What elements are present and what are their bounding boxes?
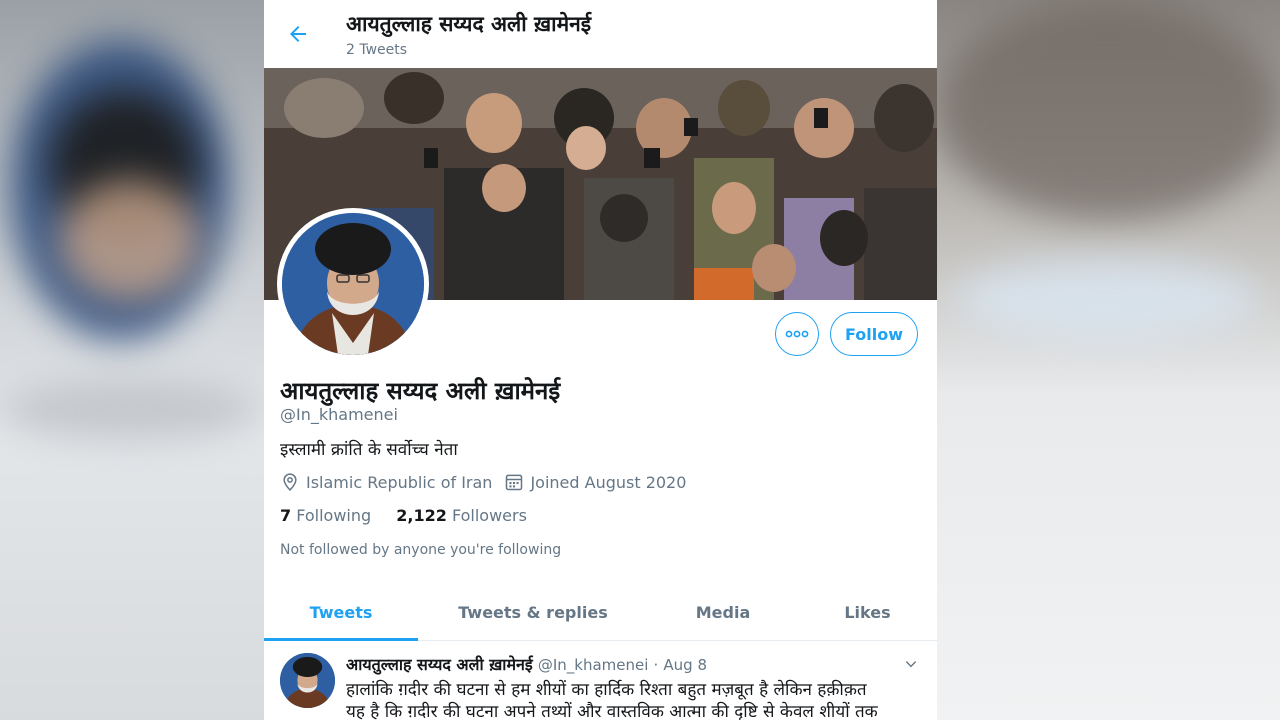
tweet-separator: ·: [653, 656, 659, 674]
back-arrow-icon[interactable]: [286, 22, 310, 46]
following-count: 7: [280, 506, 292, 525]
chevron-down-icon[interactable]: [904, 657, 918, 671]
tab-tweets[interactable]: Tweets: [264, 585, 418, 641]
profile-handle: @In_khamenei: [280, 405, 398, 424]
followers-label: Followers: [451, 506, 527, 525]
tweet-date[interactable]: Aug 8: [663, 656, 707, 674]
tab-tweets-replies[interactable]: Tweets & replies: [418, 585, 648, 640]
tweet-author-handle[interactable]: @In_khamenei: [538, 656, 649, 674]
profile-tabs: Tweets Tweets & replies Media Likes: [264, 585, 937, 641]
tweet-text: हालांकि ग़दीर की घटना से हम शीयों का हार…: [346, 679, 906, 720]
tweet-item[interactable]: आयतुल्लाह सय्यद अली ख़ामेनई @In_khamenei…: [264, 641, 937, 720]
profile-joined: Joined August 2020: [530, 472, 687, 492]
profile-header-bar: आयतुल्लाह सय्यद अली ख़ामेनई 2 Tweets: [264, 0, 937, 68]
tweet-author-name[interactable]: आयतुल्लाह सय्यद अली ख़ामेनई: [346, 655, 533, 674]
profile-counts: 7 Following 2,122 Followers: [280, 506, 527, 525]
right-blurred-background: [937, 0, 1280, 720]
avatar-portrait: [282, 213, 424, 355]
profile-page: आयतुल्लाह सय्यद अली ख़ामेनई 2 Tweets Fol…: [264, 0, 937, 720]
profile-location: Islamic Republic of Iran: [306, 472, 493, 492]
profile-bio: इस्लामी क्रांति के सर्वोच्च नेता: [280, 440, 458, 460]
location-icon: [283, 473, 297, 491]
followers-link[interactable]: 2,122 Followers: [396, 506, 527, 525]
profile-avatar[interactable]: [277, 208, 429, 360]
header-title: आयतुल्लाह सय्यद अली ख़ामेनई: [346, 12, 592, 36]
not-followed-notice: Not followed by anyone you're following: [280, 542, 562, 558]
more-options-button[interactable]: [775, 312, 819, 356]
calendar-icon: [506, 474, 523, 491]
profile-meta: Islamic Republic of Iran Joined August 2…: [280, 471, 686, 493]
left-blurred-background: [0, 0, 264, 720]
more-icon: [785, 330, 809, 338]
header-tweet-count: 2 Tweets: [346, 42, 408, 58]
tweet-text-line: हालांकि ग़दीर की घटना से हम शीयों का हार…: [346, 680, 867, 700]
follow-button[interactable]: Follow: [830, 312, 918, 356]
following-link[interactable]: 7 Following: [280, 506, 371, 525]
tweet-header: आयतुल्लाह सय्यद अली ख़ामेनई @In_khamenei…: [346, 653, 707, 675]
tab-media[interactable]: Media: [648, 585, 798, 640]
tweet-text-line: यह है कि ग़दीर की घटना अपने तथ्यों और वा…: [346, 702, 878, 720]
following-label: Following: [296, 506, 372, 525]
tweet-avatar-portrait: [280, 653, 335, 708]
profile-name: आयतुल्लाह सय्यद अली ख़ामेनई: [280, 377, 561, 405]
tab-likes[interactable]: Likes: [798, 585, 937, 640]
followers-count: 2,122: [396, 506, 447, 525]
tweet-avatar[interactable]: [280, 653, 335, 708]
